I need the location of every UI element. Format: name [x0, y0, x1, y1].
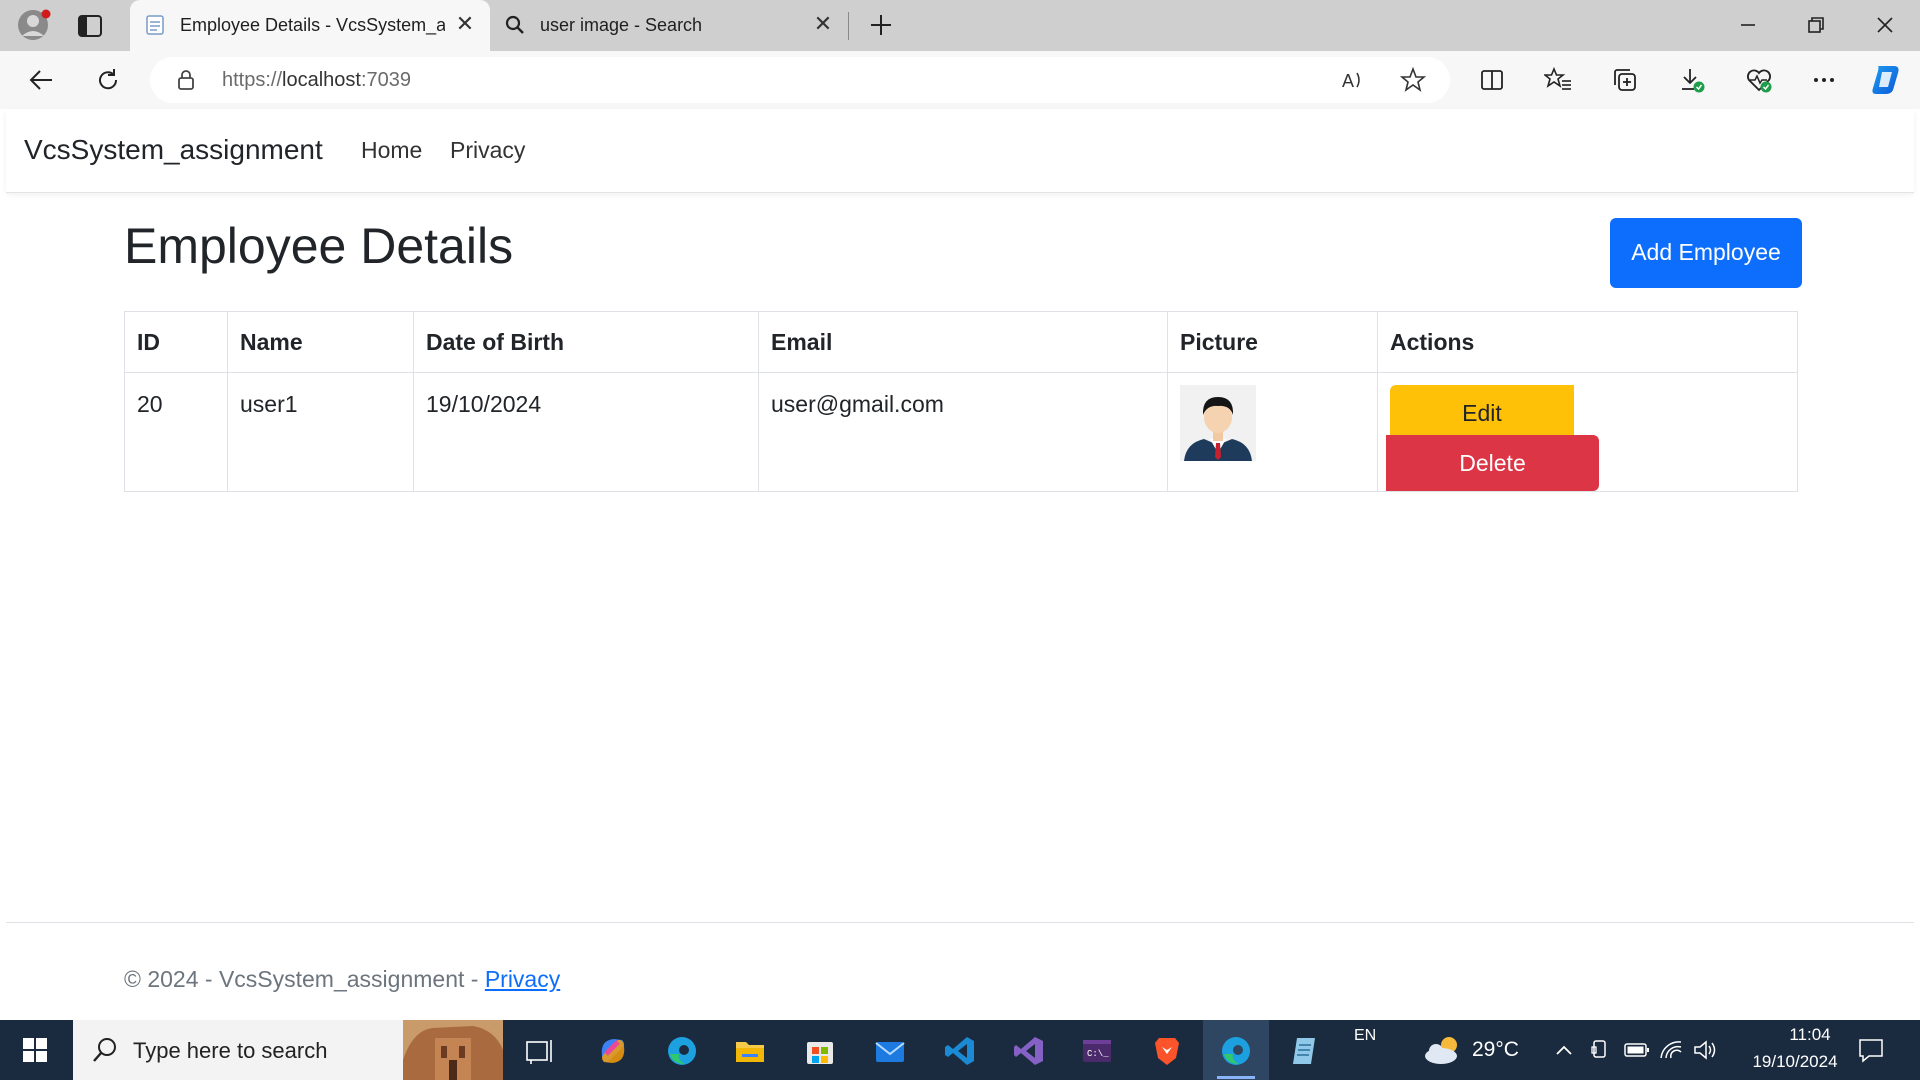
search-icon [505, 15, 524, 34]
file-explorer-icon[interactable] [733, 1034, 767, 1068]
tab-title: Employee Details - VcsSystem_assignment [180, 15, 445, 35]
collections-icon[interactable] [1611, 66, 1639, 94]
search-icon [93, 1038, 116, 1062]
column-header-actions: Actions [1377, 311, 1798, 373]
column-header-dob: Date of Birth [413, 311, 759, 373]
close-icon[interactable]: ✕ [452, 11, 478, 37]
profile-icon[interactable] [18, 8, 52, 42]
microsoft-store-icon[interactable] [803, 1034, 837, 1068]
nav-link-privacy[interactable]: Privacy [450, 137, 525, 164]
close-icon[interactable]: ✕ [810, 11, 836, 37]
more-icon[interactable] [1810, 66, 1838, 94]
table-row: 20 user1 19/10/2024 user@gmail.com Edit … [124, 372, 1798, 492]
navbar-brand[interactable]: VcsSystem_assignment [24, 134, 323, 166]
footer-copyright: © 2024 - VcsSystem_assignment - [124, 966, 485, 992]
notifications-icon[interactable] [1857, 1036, 1885, 1064]
brave-browser-icon[interactable] [1150, 1034, 1184, 1068]
clock-date[interactable]: 19/10/2024 [1730, 1052, 1860, 1072]
footer-privacy-link[interactable]: Privacy [485, 966, 560, 992]
downloads-icon[interactable] [1678, 66, 1706, 94]
browser-toolbar: https://localhost:7039 A [0, 51, 1920, 109]
lock-icon[interactable] [176, 69, 196, 91]
windows-start-icon[interactable] [22, 1037, 48, 1063]
tab-title: user image - Search [540, 15, 703, 35]
svg-text:C:\_: C:\_ [1087, 1049, 1109, 1059]
column-header-name: Name [227, 311, 414, 373]
cell-dob: 19/10/2024 [413, 372, 759, 492]
browser-essentials-icon[interactable] [1745, 66, 1773, 94]
visual-studio-icon[interactable] [1012, 1034, 1046, 1068]
site-navbar: VcsSystem_assignment Home Privacy [6, 109, 1914, 193]
favorite-star-icon[interactable] [1400, 67, 1426, 93]
user-avatar-icon [1180, 385, 1256, 461]
notepad-icon[interactable] [1288, 1034, 1322, 1068]
column-header-picture: Picture [1167, 311, 1378, 373]
cell-name: user1 [227, 372, 414, 492]
page-viewport: VcsSystem_assignment Home Privacy Employ… [6, 109, 1914, 1019]
url-text[interactable]: https://localhost:7039 [222, 69, 411, 92]
minimize-icon[interactable] [1733, 10, 1763, 40]
task-view-icon[interactable] [523, 1034, 557, 1068]
clock-time[interactable]: 11:04 [1760, 1025, 1860, 1045]
volume-icon[interactable] [1692, 1038, 1718, 1062]
footer-text: © 2024 - VcsSystem_assignment - Privacy [124, 966, 560, 993]
page-favicon [146, 15, 164, 35]
wifi-icon[interactable] [1658, 1038, 1684, 1062]
tab-actions-icon[interactable] [76, 12, 104, 40]
column-header-email: Email [758, 311, 1168, 373]
window-close-icon[interactable] [1870, 10, 1900, 40]
cell-email: user@gmail.com [758, 372, 1168, 492]
table-header-row: ID Name Date of Birth Email Picture Acti… [124, 311, 1798, 373]
taskbar-search-box[interactable]: Type here to search [73, 1020, 503, 1080]
language-indicator[interactable]: EN [1354, 1027, 1376, 1045]
tab-employee-details[interactable]: Employee Details - VcsSystem_assignment … [130, 0, 490, 51]
address-bar[interactable]: https://localhost:7039 A [150, 57, 1450, 103]
add-employee-button[interactable]: Add Employee [1610, 218, 1802, 288]
read-aloud-icon[interactable]: A [1340, 67, 1366, 93]
url-port: :7039 [360, 69, 412, 91]
battery-icon[interactable] [1623, 1040, 1651, 1060]
edge-icon[interactable] [665, 1034, 699, 1068]
search-highlight-image [403, 1020, 503, 1080]
copilot-icon[interactable] [1869, 63, 1903, 97]
browser-tab-strip: Employee Details - VcsSystem_assignment … [0, 0, 1920, 51]
mail-icon[interactable] [873, 1034, 907, 1068]
nav-link-home[interactable]: Home [361, 137, 422, 164]
chevron-up-icon[interactable] [1553, 1039, 1575, 1061]
split-screen-icon[interactable] [1478, 66, 1506, 94]
device-icon[interactable] [1589, 1038, 1611, 1062]
new-tab-icon[interactable] [866, 10, 896, 40]
back-icon[interactable] [27, 66, 55, 94]
delete-button[interactable]: Delete [1386, 435, 1599, 491]
cell-picture [1167, 372, 1378, 492]
restore-icon[interactable] [1801, 10, 1831, 40]
refresh-icon[interactable] [94, 66, 122, 94]
tab-divider [848, 12, 849, 40]
tab-user-image-search[interactable]: user image - Search ✕ [490, 0, 848, 51]
weather-cloud-icon[interactable] [1421, 1034, 1465, 1066]
edge-active-icon[interactable] [1219, 1034, 1253, 1068]
search-placeholder: Type here to search [133, 1038, 328, 1063]
employee-table: ID Name Date of Birth Email Picture Acti… [124, 311, 1798, 492]
windows-taskbar: Type here to search C:\_ EN 29°C 11:04 1… [0, 1020, 1920, 1080]
active-app-indicator [1217, 1076, 1255, 1079]
favorites-icon[interactable] [1544, 66, 1572, 94]
column-header-id: ID [124, 311, 228, 373]
vscode-icon[interactable] [943, 1034, 977, 1068]
svg-text:A: A [1342, 71, 1354, 91]
site-footer: © 2024 - VcsSystem_assignment - Privacy [6, 922, 1914, 1020]
cell-actions: Edit Delete [1377, 372, 1798, 492]
terminal-icon[interactable]: C:\_ [1080, 1034, 1114, 1068]
weather-temperature[interactable]: 29°C [1472, 1038, 1519, 1062]
cell-id: 20 [124, 372, 228, 492]
edit-button[interactable]: Edit [1390, 385, 1574, 441]
copilot-app-icon[interactable] [596, 1034, 630, 1068]
url-scheme: https:// [222, 69, 283, 91]
url-host: localhost [282, 69, 361, 91]
page-title: Employee Details [124, 218, 514, 274]
